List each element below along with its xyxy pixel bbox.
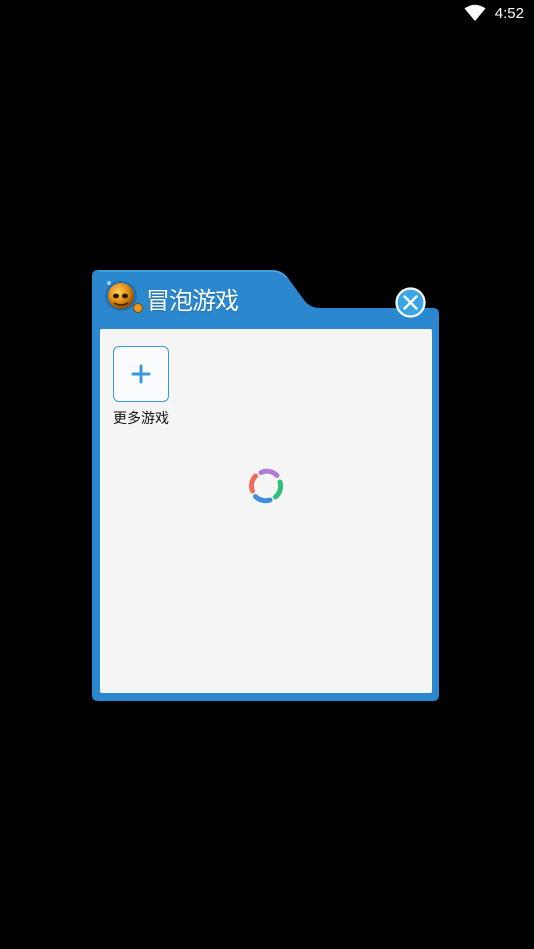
wifi-icon — [464, 4, 486, 21]
dialog-title: 冒泡游戏 — [146, 287, 239, 315]
status-time: 4:52 — [494, 5, 524, 22]
dialog-content: 更多游戏 — [100, 329, 432, 693]
close-button[interactable] — [395, 287, 426, 318]
status-bar: 4:52 — [0, 0, 534, 28]
game-dialog: 冒泡游戏 更多游戏 — [92, 270, 439, 701]
more-games-label: 更多游戏 — [113, 411, 169, 427]
bubble-mascot-logo-icon — [105, 281, 143, 313]
loading-spinner-icon — [249, 468, 284, 504]
add-game-tile[interactable] — [113, 346, 169, 402]
screen: 4:52 冒泡游戏 更多游戏 — [0, 0, 534, 949]
plus-icon — [131, 364, 151, 384]
more-games-button[interactable]: 更多游戏 — [109, 346, 173, 428]
